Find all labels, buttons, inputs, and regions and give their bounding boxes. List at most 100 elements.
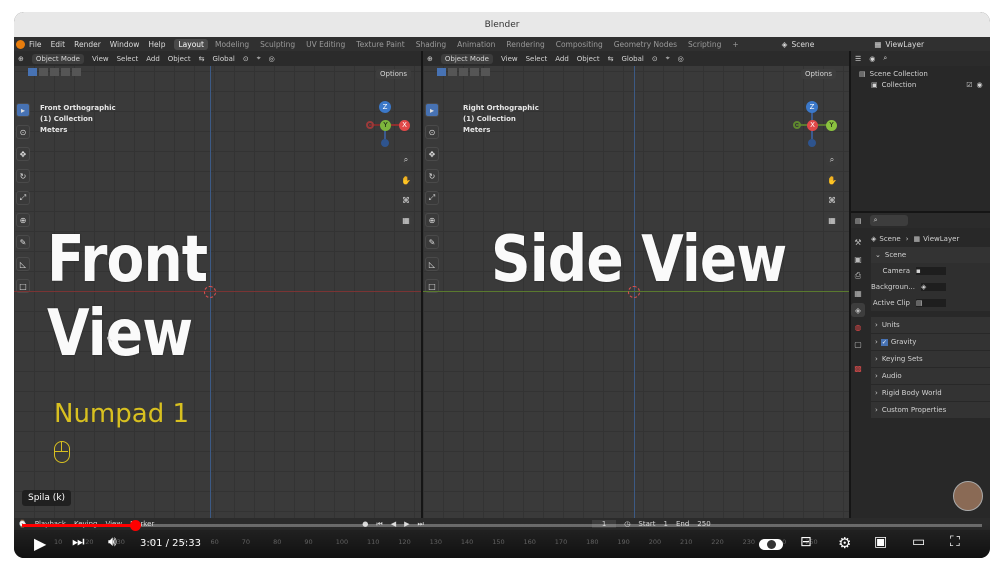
cursor-tool-icon[interactable]: ⊙ (425, 125, 439, 139)
zoom-icon[interactable]: ⌕ (399, 153, 413, 167)
mode-dropdown[interactable]: Object Mode (440, 53, 493, 64)
menu-render[interactable]: Render (74, 40, 101, 49)
annotate-tool-icon[interactable]: ✎ (425, 235, 439, 249)
tab-modeling[interactable]: Modeling (211, 39, 253, 50)
select-tool-icon[interactable]: ▸ (425, 103, 439, 117)
viewlayer-name[interactable]: ViewLayer (885, 40, 924, 49)
annotate-tool-icon[interactable]: ✎ (16, 235, 30, 249)
menu-select[interactable]: Select (117, 55, 139, 63)
outliner-type-icon[interactable]: ☰ (855, 55, 861, 63)
select-new-icon[interactable] (28, 68, 37, 76)
tab-layout[interactable]: Layout (174, 38, 208, 50)
select-invert-icon[interactable] (61, 68, 70, 76)
select-intersect-icon[interactable] (72, 68, 81, 76)
measure-tool-icon[interactable]: ◺ (16, 257, 30, 271)
select-intersect-icon[interactable] (481, 68, 490, 76)
editor-type-icon[interactable]: ⊕ (18, 55, 24, 63)
move-tool-icon[interactable]: ✥ (425, 147, 439, 161)
world-tab-icon[interactable]: ◍ (851, 320, 865, 334)
active-clip-field[interactable]: ▤ (916, 299, 946, 307)
background-field[interactable]: ◈ (921, 283, 946, 291)
axis-x-icon[interactable]: X (399, 120, 410, 131)
select-tool-icon[interactable]: ▸ (16, 103, 30, 117)
select-extend-icon[interactable] (39, 68, 48, 76)
tab-uv-editing[interactable]: UV Editing (302, 39, 349, 50)
camera-view-icon[interactable]: ⌘ (399, 193, 413, 207)
miniplayer-icon[interactable]: ▣ (874, 534, 887, 550)
cursor-tool-icon[interactable]: ⊙ (16, 125, 30, 139)
collection-tab-icon[interactable]: ▢ (851, 337, 865, 351)
tab-compositing[interactable]: Compositing (552, 39, 607, 50)
select-subtract-icon[interactable] (459, 68, 468, 76)
proportional-icon[interactable]: ◎ (678, 55, 684, 63)
autoplay-toggle[interactable] (759, 539, 783, 550)
fullscreen-icon[interactable]: ⛶ (950, 534, 960, 550)
scene-icon[interactable]: ◈ (782, 40, 788, 49)
camera-field[interactable]: ▪ (916, 267, 946, 275)
orientation-icon[interactable]: ⇆ (199, 55, 205, 63)
rotate-tool-icon[interactable]: ↻ (425, 169, 439, 183)
search-icon[interactable]: ⌕ (869, 215, 908, 226)
axis-z-icon[interactable]: Z (379, 101, 391, 113)
theater-mode-icon[interactable]: ▭ (912, 534, 925, 550)
measure-tool-icon[interactable]: ◺ (425, 257, 439, 271)
select-new-icon[interactable] (437, 68, 446, 76)
tab-scripting[interactable]: Scripting (684, 39, 725, 50)
move-tool-icon[interactable]: ✥ (16, 147, 30, 161)
subtitles-icon[interactable]: ⊟ (800, 534, 812, 550)
tab-sculpting[interactable]: Sculpting (256, 39, 299, 50)
channel-avatar[interactable] (953, 481, 983, 511)
menu-object[interactable]: Object (168, 55, 191, 63)
pan-hand-icon[interactable]: ✋ (399, 173, 413, 187)
checkbox-icon[interactable]: ☑ (966, 81, 972, 89)
select-invert-icon[interactable] (470, 68, 479, 76)
gravity-panel[interactable]: › ✓ Gravity (871, 334, 990, 350)
options-dropdown[interactable]: Options (801, 69, 837, 79)
volume-icon[interactable]: 🔊︎ (108, 534, 117, 550)
output-tab-icon[interactable]: ⎙ (851, 269, 865, 283)
menu-add[interactable]: Add (555, 55, 569, 63)
audio-panel[interactable]: › Audio (871, 368, 990, 384)
scene-tab-icon[interactable]: ◈ (851, 303, 865, 317)
pivot-icon[interactable]: ⊙ (243, 55, 249, 63)
view-layer-tab-icon[interactable]: ▦ (851, 286, 865, 300)
render-tab-icon[interactable]: ▣ (851, 252, 865, 266)
scale-tool-icon[interactable]: ⤢ (16, 191, 30, 205)
viewlayer-icon[interactable]: ▦ (874, 40, 881, 49)
snap-icon[interactable]: ⌖ (257, 54, 261, 63)
menu-window[interactable]: Window (110, 40, 140, 49)
axis-z-icon[interactable]: Z (806, 101, 818, 113)
editor-type-icon[interactable]: ⊕ (427, 55, 433, 63)
progress-handle[interactable] (130, 520, 142, 531)
pivot-icon[interactable]: ⊙ (652, 55, 658, 63)
keying-sets-panel[interactable]: › Keying Sets (871, 351, 990, 367)
rigid-body-world-panel[interactable]: › Rigid Body World (871, 385, 990, 401)
orientation-icon[interactable]: ⇆ (608, 55, 614, 63)
options-dropdown[interactable]: Options (376, 69, 412, 79)
select-extend-icon[interactable] (448, 68, 457, 76)
display-mode-icon[interactable]: ◉ (869, 55, 875, 63)
eye-icon[interactable]: ◉ (977, 81, 983, 89)
transform-tool-icon[interactable]: ⊕ (425, 213, 439, 227)
menu-select[interactable]: Select (526, 55, 548, 63)
play-icon[interactable]: ▶ (34, 534, 46, 553)
snap-icon[interactable]: ⌖ (666, 54, 670, 63)
tab-rendering[interactable]: Rendering (502, 39, 548, 50)
zoom-icon[interactable]: ⌕ (825, 153, 839, 167)
progress-track[interactable] (22, 520, 982, 531)
units-panel[interactable]: › Units (871, 317, 990, 333)
menu-help[interactable]: Help (148, 40, 165, 49)
menu-view[interactable]: View (92, 55, 109, 63)
settings-gear-icon[interactable]: ⚙ (838, 534, 851, 552)
menu-file[interactable]: File (29, 40, 42, 49)
search-icon[interactable]: ⌕ (883, 54, 887, 63)
ortho-grid-icon[interactable]: ▦ (399, 213, 413, 227)
rotate-tool-icon[interactable]: ↻ (16, 169, 30, 183)
proportional-icon[interactable]: ◎ (269, 55, 275, 63)
pan-hand-icon[interactable]: ✋ (825, 173, 839, 187)
navigation-gizmo[interactable]: Z X Y (793, 101, 839, 147)
axis-y-icon[interactable]: Y (380, 120, 391, 131)
viewport-side[interactable]: ⊕ Object Mode View Select Add Object ⇆ G… (423, 51, 849, 518)
axis-y-icon[interactable]: Y (826, 120, 837, 131)
menu-add[interactable]: Add (146, 55, 160, 63)
